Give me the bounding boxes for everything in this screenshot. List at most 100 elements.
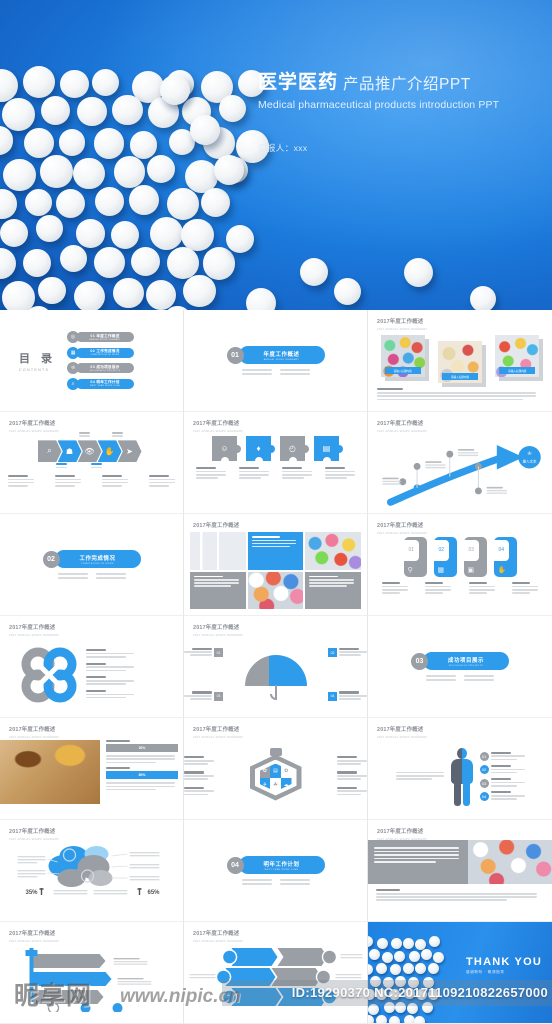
pill-shape — [40, 96, 70, 126]
body-callout[interactable]: 01 — [479, 751, 525, 762]
slide-umbrella[interactable]: 2017年度工作概述 2017 ANNUAL WORK SUMMARY 01 0… — [184, 616, 368, 718]
arrow-stack-diagram — [189, 948, 363, 1006]
body-callout[interactable]: 04 — [479, 791, 525, 801]
pill-shape — [183, 275, 216, 308]
callout-number: 03 — [479, 778, 489, 788]
slide-curved-arrow[interactable]: 2017年度工作概述 2017 ANNUAL WORK SUMMARY ♔ 输入… — [368, 412, 552, 514]
pill-shape — [368, 1003, 380, 1015]
pill-shape — [110, 220, 139, 250]
card-desc — [425, 582, 452, 595]
photo-card[interactable]: 请输入标题内容 — [437, 341, 486, 387]
slide-photo-progress[interactable]: 2017年度工作概述 2017 ANNUAL WORK SUMMARY 30% … — [0, 718, 184, 820]
section-subitems — [241, 879, 310, 885]
gray-text-panel — [368, 840, 469, 884]
chevron-bottom-label — [55, 463, 67, 469]
search-icon[interactable]: ⌕ — [37, 440, 62, 463]
card-item[interactable]: 01 ⚲ — [403, 537, 427, 577]
progress-bar-1: 30% — [106, 744, 178, 753]
slide-cycle-diagram[interactable]: 2017年度工作概述 2017 ANNUAL WORK SUMMARY — [0, 616, 184, 718]
photo-caption: 请输入标题内容 — [441, 373, 478, 380]
card-number: 03 — [468, 547, 475, 553]
camera-icon: ▣ — [467, 567, 475, 574]
section-label-en: NEXT YEAR WORK PLAN — [264, 868, 299, 871]
slide-thank-you[interactable]: THANK YOU 感谢聆听 · 敬请指导 — [368, 922, 552, 1024]
slide-body-silhouette[interactable]: 2017年度工作概述 2017 ANNUAL WORK SUMMARY 01 0… — [368, 718, 552, 820]
pill-shape — [407, 1002, 419, 1014]
pill-shape — [428, 936, 440, 948]
pill-shape — [58, 129, 85, 156]
capsule-photo — [468, 840, 552, 884]
pill-icon: ⚲ — [407, 567, 413, 574]
slide-photo-mosaic[interactable]: 2017年度工作概述 2017 ANNUAL WORK SUMMARY — [184, 514, 368, 616]
slide-brain[interactable]: 2017年度工作概述 2017 ANNUAL WORK SUMMARY 35% … — [0, 820, 184, 922]
puzzle-desc — [281, 467, 312, 480]
slide-section-01[interactable]: 01 年度工作概述 ANNUAL WORK SUMMARY — [184, 310, 368, 412]
puzzle-desc — [196, 467, 227, 480]
search-icon: ⌕ — [67, 377, 80, 390]
cycle-desc — [86, 689, 134, 700]
contents-item[interactable]: ◎ 01 年度工作概述 ANNUAL WORK SUMMARY — [67, 331, 135, 344]
slide-timeline-left[interactable]: 2017年度工作概述 2017 ANNUAL WORK SUMMARY — [0, 922, 184, 1024]
umbrella-callout-number: 01 — [214, 648, 223, 658]
section-label: 成功项目展示 — [448, 658, 484, 665]
cycle-diagram — [21, 647, 77, 702]
slide-section-04[interactable]: 04 明年工作计划 NEXT YEAR WORK PLAN — [184, 820, 368, 922]
pill-shape — [2, 281, 36, 310]
photo-card[interactable]: 请输入标题内容 — [495, 335, 544, 381]
slide-contents[interactable]: 目 录 CONTENTS ◎ 01 年度工作概述 ANNUAL WORK SUMM… — [0, 310, 184, 412]
pill-shape — [112, 277, 144, 309]
pill-shape — [214, 155, 244, 185]
slide-three-photos[interactable]: 2017年度工作概述 2017 ANNUAL WORK SUMMARY 请输入标… — [368, 310, 552, 412]
photo-caption: 请输入标题内容 — [384, 367, 421, 374]
card-item[interactable]: 04 ✋ — [493, 537, 517, 577]
slide-puzzle[interactable]: 2017年度工作概述 2017 ANNUAL WORK SUMMARY ☺ ♦ … — [184, 412, 368, 514]
umbrella-icon — [244, 654, 307, 700]
slide-title: 2017年度工作概述 — [377, 319, 424, 325]
pill-shape — [428, 989, 440, 1001]
body-callout[interactable]: 02 — [479, 764, 525, 775]
contents-item-no: 01 — [90, 333, 96, 338]
contents-item-label: 明年工作计划 — [96, 380, 120, 385]
pill-shape — [408, 976, 420, 988]
body-callout[interactable]: 03 — [479, 778, 525, 788]
arrow-timeline: ♔ 输入文本 — [382, 444, 541, 506]
monitor-icon[interactable]: ▤ — [314, 436, 343, 465]
slide-arrow-stack[interactable]: 2017年度工作概述 2017 ANNUAL WORK SUMMARY — [184, 922, 368, 1024]
slide-vertical-cards[interactable]: 2017年度工作概述 2017 ANNUAL WORK SUMMARY 01 ⚲… — [368, 514, 552, 616]
pill-shape — [376, 938, 388, 950]
pill-shape — [403, 988, 415, 1000]
progress-value: 80% — [138, 773, 146, 778]
pill-shape — [246, 288, 276, 310]
slide-section-02[interactable]: 02 工作完成情况 COMPLETION OF WORK — [0, 514, 184, 616]
slide-hexagon-flask[interactable]: 2017年度工作概述 2017 ANNUAL WORK SUMMARY ✿ ▤ … — [184, 718, 368, 820]
smiley-icon[interactable]: ☺ — [212, 436, 241, 465]
slide-title: 2017年度工作概述 — [377, 727, 424, 733]
bulb-icon[interactable]: ♦ — [246, 436, 275, 465]
pill-shape — [93, 247, 125, 278]
chart-icon: ▦ — [437, 567, 445, 574]
slide-panel-photo[interactable]: 2017年度工作概述 2017 ANNUAL WORK SUMMARY — [368, 820, 552, 922]
card-number: 02 — [438, 547, 445, 553]
chevron-top-label — [111, 432, 123, 438]
card-item[interactable]: 02 ▦ — [433, 537, 457, 577]
clock-icon[interactable]: ◴ — [280, 436, 309, 465]
callout-number: 02 — [479, 765, 489, 775]
contents-item[interactable]: ⌕ 04 明年工作计划 NEXT YEAR WORK PLAN — [67, 377, 135, 390]
contents-item[interactable]: ♔ 03 成功项目展示 SUCCESSFUL PROJECTS — [67, 362, 135, 375]
slide-title: 2017年度工作概述 — [9, 625, 56, 631]
pill-shape — [73, 281, 105, 310]
pill-shape — [40, 155, 73, 188]
cycle-desc — [86, 676, 134, 686]
pill-shape — [128, 185, 159, 216]
hex-desc — [184, 756, 214, 766]
slide-section-03[interactable]: 03 成功项目展示 SUCCESSFUL PROJECTS — [368, 616, 552, 718]
slide-chevron-process[interactable]: 2017年度工作概述 2017 ANNUAL WORK SUMMARY ⌕ ☗ … — [0, 412, 184, 514]
card-item[interactable]: 03 ▣ — [463, 537, 487, 577]
contents-item[interactable]: ▦ 02 工作完成情况 COMPLETION OF WORK — [67, 346, 135, 359]
pill-shape — [390, 937, 402, 949]
contents-item-no: 04 — [90, 380, 96, 385]
photo-card[interactable]: 请输入标题内容 — [380, 335, 429, 381]
card-number: 04 — [498, 547, 505, 553]
contents-title-cn: 目 录 — [19, 352, 57, 365]
pill-shape — [408, 951, 420, 963]
